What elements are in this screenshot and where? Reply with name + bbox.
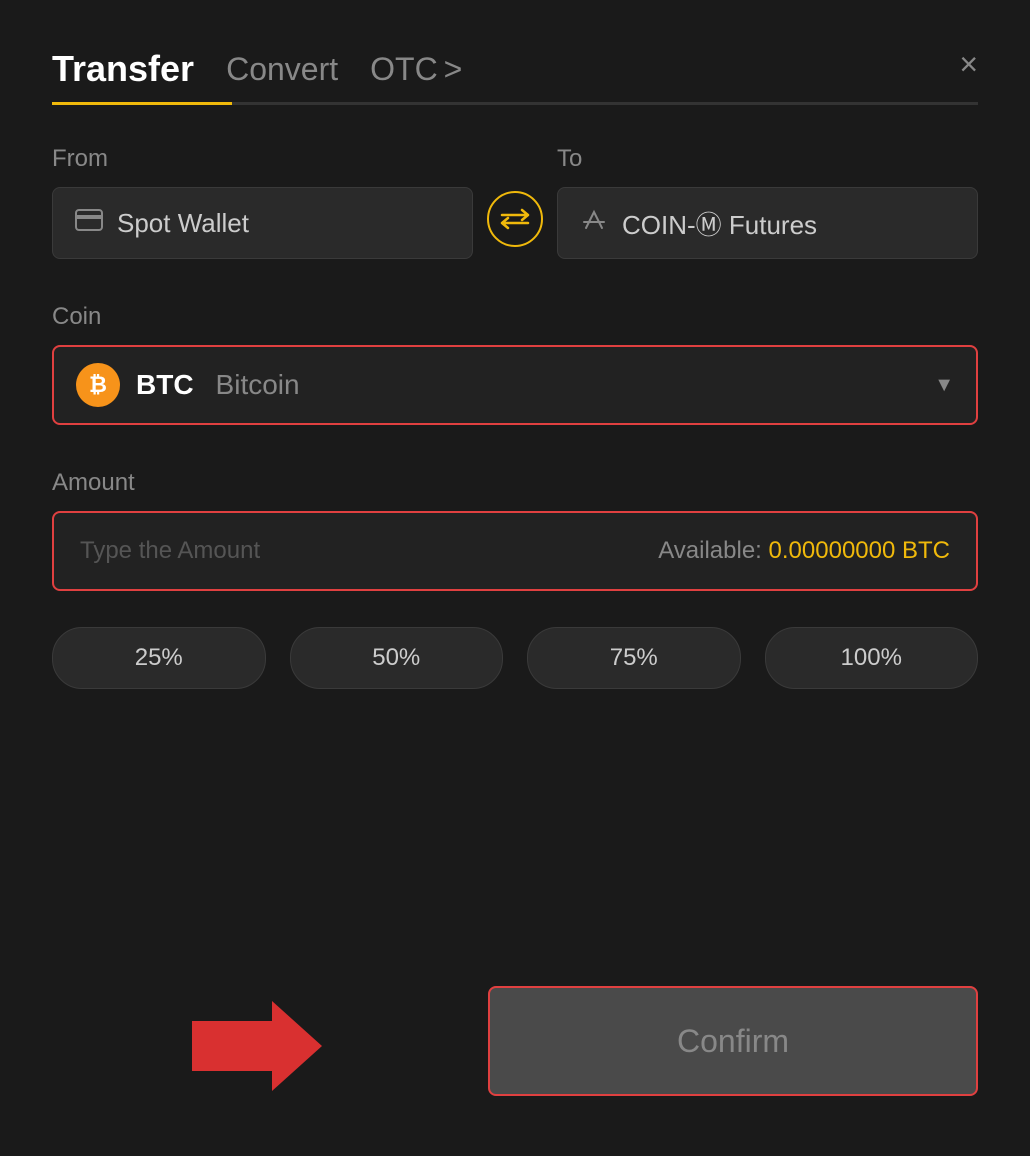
swap-button[interactable] [487, 191, 543, 247]
from-label: From [52, 145, 473, 173]
tab-underline [52, 102, 978, 105]
available-value: 0.00000000 BTC [769, 537, 950, 564]
confirm-button[interactable]: Confirm [488, 986, 978, 1096]
percent-50-button[interactable]: 50% [290, 627, 504, 689]
transfer-modal: Transfer Convert OTC > × From Spot Walle… [0, 0, 1030, 1156]
from-wallet-box[interactable]: Spot Wallet [52, 187, 473, 259]
coin-section: Coin ₿ BTC Bitcoin ▼ [52, 303, 978, 425]
arrow-indicator [192, 1001, 322, 1096]
percent-100-button[interactable]: 100% [765, 627, 979, 689]
from-block: From Spot Wallet [52, 145, 473, 259]
card-icon [75, 209, 103, 237]
coin-chevron-icon: ▼ [934, 374, 954, 397]
coin-selector[interactable]: ₿ BTC Bitcoin ▼ [52, 345, 978, 425]
percent-75-button[interactable]: 75% [527, 627, 741, 689]
tab-convert[interactable]: Convert [226, 51, 338, 100]
btc-icon: ₿ [76, 363, 120, 407]
to-wallet-name: COIN-Ⓜ Futures [622, 205, 817, 242]
available-label: Available: [658, 537, 762, 564]
percent-section: 25% 50% 75% 100% [52, 627, 978, 689]
arrow-icon [192, 1001, 322, 1091]
amount-placeholder[interactable]: Type the Amount [80, 537, 260, 565]
to-label: To [557, 145, 978, 173]
amount-box: Type the Amount Available: 0.00000000 BT… [52, 511, 978, 591]
close-button[interactable]: × [959, 48, 978, 80]
tab-transfer[interactable]: Transfer [52, 48, 194, 102]
coin-label: Coin [52, 303, 978, 331]
bottom-section: Confirm [52, 986, 978, 1096]
futures-icon [580, 206, 608, 240]
coin-full-name: Bitcoin [216, 369, 300, 401]
to-wallet-box[interactable]: COIN-Ⓜ Futures [557, 187, 978, 259]
amount-section: Amount Type the Amount Available: 0.0000… [52, 469, 978, 591]
from-wallet-name: Spot Wallet [117, 208, 249, 239]
swap-container [473, 191, 557, 259]
to-block: To COIN-Ⓜ Futures [557, 145, 978, 259]
percent-25-button[interactable]: 25% [52, 627, 266, 689]
amount-label: Amount [52, 469, 978, 497]
otc-chevron-icon: > [444, 51, 463, 88]
amount-available: Available: 0.00000000 BTC [658, 537, 950, 565]
header: Transfer Convert OTC > × [52, 48, 978, 102]
from-to-section: From Spot Wallet To [52, 145, 978, 259]
coin-symbol: BTC [136, 369, 194, 401]
tab-otc[interactable]: OTC > [370, 51, 462, 100]
